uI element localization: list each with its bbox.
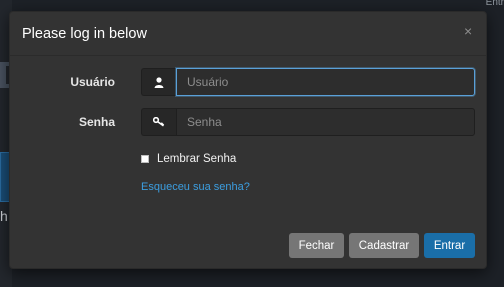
username-label: Usuário xyxy=(70,75,115,89)
remember-password-option[interactable]: Lembrar Senha xyxy=(141,153,236,165)
user-icon xyxy=(141,68,176,96)
password-input-group xyxy=(141,108,475,136)
login-button[interactable]: Entrar xyxy=(424,233,475,258)
forgot-password-link[interactable]: Esqueceu sua senha? xyxy=(141,181,250,193)
username-input[interactable] xyxy=(176,68,475,96)
password-input[interactable] xyxy=(176,108,475,136)
background-top-right-text: Entr xyxy=(485,0,504,8)
close-button[interactable]: Fechar xyxy=(289,233,344,258)
login-modal: Please log in below × Usuário Senha xyxy=(9,11,487,269)
key-icon xyxy=(141,108,176,136)
username-input-group xyxy=(141,68,475,96)
background-text-fragment: h xyxy=(0,208,8,224)
username-row: Usuário xyxy=(10,68,486,96)
close-icon[interactable]: × xyxy=(464,24,476,38)
remember-checkbox[interactable] xyxy=(141,155,149,163)
password-row: Senha xyxy=(10,108,486,136)
modal-header: Please log in below × xyxy=(10,12,486,56)
password-label: Senha xyxy=(78,115,115,129)
modal-title: Please log in below xyxy=(22,26,147,42)
register-button[interactable]: Cadastrar xyxy=(349,233,419,258)
remember-label: Lembrar Senha xyxy=(157,153,237,165)
